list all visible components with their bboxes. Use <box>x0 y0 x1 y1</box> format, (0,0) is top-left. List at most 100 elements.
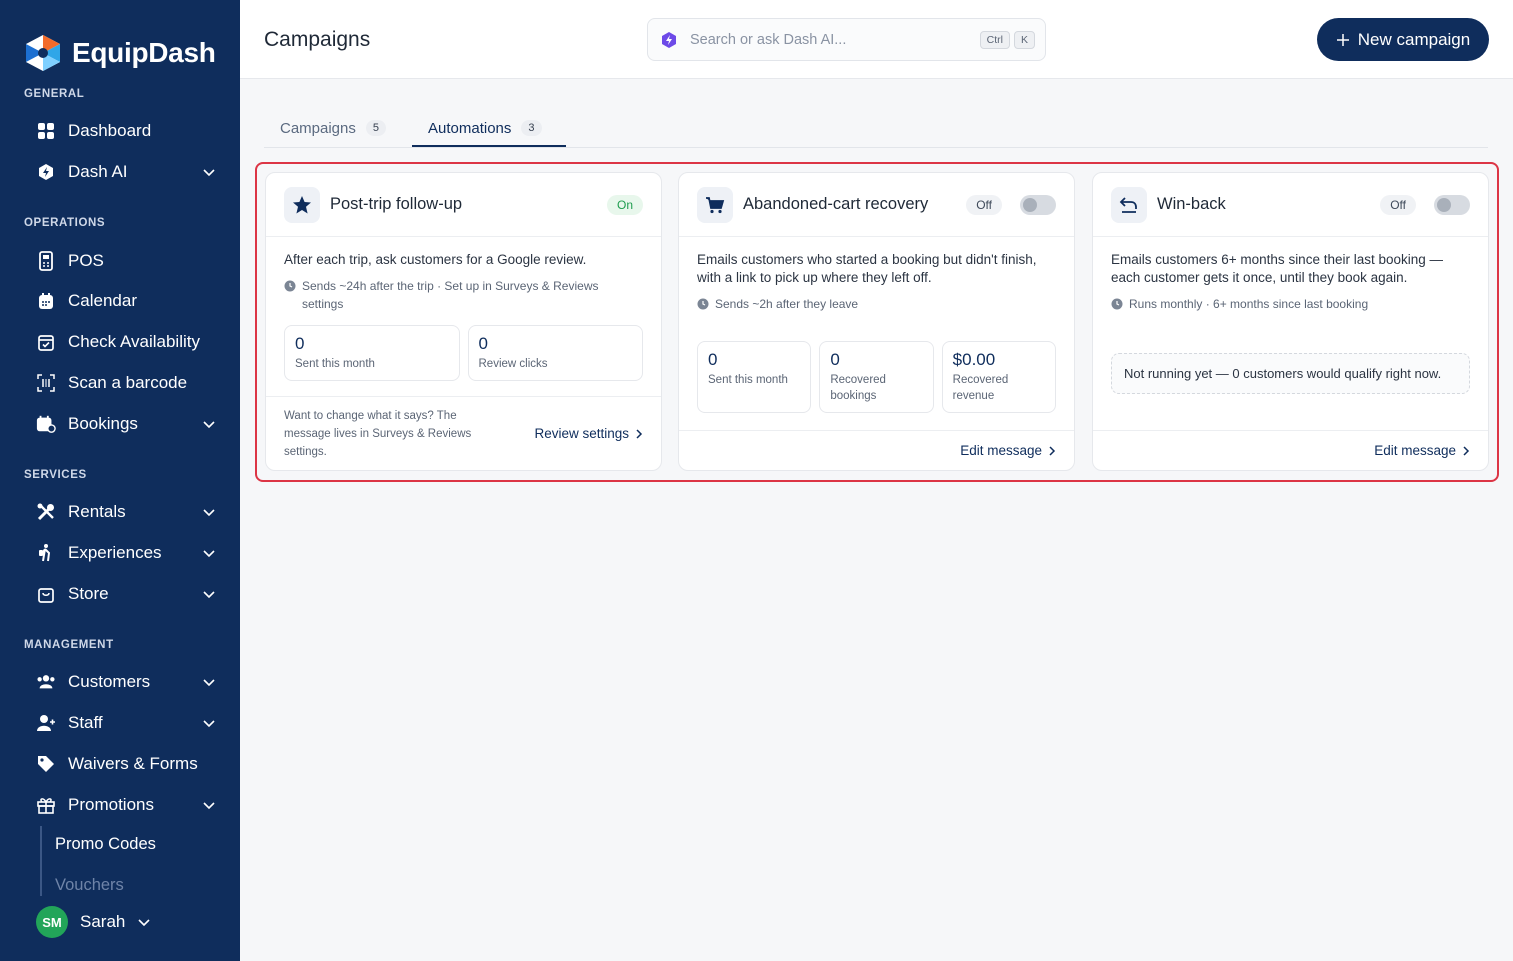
staff-icon <box>36 713 56 733</box>
review-settings-link[interactable]: Review settings <box>534 426 643 441</box>
clock-icon <box>1111 298 1123 310</box>
submenu-rail <box>40 826 42 896</box>
chevron-down-icon[interactable] <box>202 417 216 431</box>
clock-icon <box>697 298 709 310</box>
footer-link-label: Review settings <box>534 426 629 441</box>
stats-row: 0 Sent this month 0 Recovered bookings $… <box>697 341 1056 413</box>
chevron-down-icon[interactable] <box>202 505 216 519</box>
stat-recovered-revenue: $0.00 Recovered revenue <box>941 341 1056 413</box>
section-operations: OPERATIONS <box>24 217 106 229</box>
sidebar-item-scan-barcode[interactable]: Scan a barcode <box>36 368 216 398</box>
card-meta: Sends ~2h after they leave <box>697 295 1056 313</box>
card-footer: Want to change what it says? The message… <box>266 396 661 470</box>
shortcut-k: K <box>1013 30 1035 49</box>
sidebar-subitem-promo-codes[interactable]: Promo Codes <box>55 835 156 854</box>
bookings-icon <box>36 414 56 434</box>
card-meta: Runs monthly · 6+ months since last book… <box>1111 295 1470 313</box>
sidebar-item-customers[interactable]: Customers <box>36 667 216 697</box>
tools-icon <box>36 502 56 522</box>
stat-value: 0 <box>295 334 305 353</box>
automation-card-abandoned-cart: Abandoned-cart recovery Off Emails custo… <box>678 172 1075 471</box>
dash-ai-icon <box>662 31 676 48</box>
calendar-icon <box>36 291 56 311</box>
chevron-down-icon[interactable] <box>202 798 216 812</box>
tab-count: 3 <box>521 120 542 136</box>
sidebar-item-label: Promotions <box>68 795 154 814</box>
automation-card-post-trip: Post-trip follow-up On After each trip, … <box>265 172 662 471</box>
status-badge: Off <box>966 194 1002 215</box>
sidebar-item-rentals[interactable]: Rentals <box>36 497 216 527</box>
sidebar-item-label: Bookings <box>68 414 138 433</box>
hiker-icon <box>36 543 56 563</box>
brand[interactable]: EquipDash <box>0 0 240 80</box>
status-badge: Off <box>1380 194 1416 215</box>
chevron-down-icon[interactable] <box>202 165 216 179</box>
new-campaign-label: New campaign <box>1357 29 1471 49</box>
chevron-down-icon[interactable] <box>202 675 216 689</box>
enable-toggle[interactable] <box>1020 194 1056 215</box>
edit-message-link[interactable]: Edit message <box>1374 443 1470 458</box>
user-menu[interactable]: SM Sarah <box>36 906 151 938</box>
pos-terminal-icon <box>36 251 56 271</box>
user-name: Sarah <box>80 912 126 931</box>
sidebar-item-waivers-forms[interactable]: Waivers & Forms <box>36 749 216 779</box>
chevron-right-icon <box>1049 445 1056 456</box>
sidebar-item-label: Waivers & Forms <box>68 754 198 773</box>
card-meta-text: Runs monthly · 6+ months since last book… <box>1129 297 1369 311</box>
card-header: Win-back Off <box>1093 173 1488 237</box>
stat-review-clicks: 0 Review clicks <box>467 325 643 381</box>
new-campaign-button[interactable]: New campaign <box>1317 18 1489 61</box>
stat-value: 0 <box>708 350 718 369</box>
chevron-down-icon[interactable] <box>202 546 216 560</box>
sidebar-item-pos[interactable]: POS <box>36 246 216 276</box>
sidebar-item-calendar[interactable]: Calendar <box>36 286 216 316</box>
gift-icon <box>36 795 56 815</box>
sidebar-item-label: Experiences <box>68 543 162 562</box>
card-description: Emails customers who started a booking b… <box>697 252 1037 285</box>
shopping-cart-icon <box>697 186 733 223</box>
enable-toggle[interactable] <box>1434 194 1470 215</box>
sidebar-item-dashboard[interactable]: Dashboard <box>36 116 216 146</box>
sidebar-item-store[interactable]: Store <box>36 579 216 609</box>
stat-value: 0 <box>830 350 840 369</box>
page-title: Campaigns <box>264 28 371 51</box>
search-placeholder: Search or ask Dash AI... <box>690 31 847 48</box>
chevron-down-icon[interactable] <box>202 587 216 601</box>
sidebar-item-check-availability[interactable]: Check Availability <box>36 327 216 357</box>
shortcut-ctrl: Ctrl <box>979 30 1010 49</box>
status-badge: On <box>606 194 643 215</box>
card-footer: Edit message <box>679 430 1074 470</box>
card-header: Abandoned-cart recovery Off <box>679 173 1074 237</box>
card-header: Post-trip follow-up On <box>266 173 661 237</box>
footer-link-label: Edit message <box>1374 443 1456 458</box>
card-footer: Edit message <box>1093 430 1488 470</box>
edit-message-link[interactable]: Edit message <box>960 443 1056 458</box>
search-input[interactable]: Search or ask Dash AI... Ctrl K <box>647 18 1046 61</box>
sidebar-item-experiences[interactable]: Experiences <box>36 538 216 568</box>
shopping-bag-icon <box>36 584 56 604</box>
sidebar-item-label: Store <box>68 584 109 603</box>
sidebar-item-bookings[interactable]: Bookings <box>36 409 216 439</box>
footer-note: Want to change what it says? The message… <box>284 409 472 458</box>
sidebar-item-staff[interactable]: Staff <box>36 708 216 738</box>
stat-label: Sent this month <box>295 358 375 370</box>
tab-bar: Campaigns 5 Automations 3 <box>264 108 1488 148</box>
stats-row: 0 Sent this month 0 Review clicks <box>284 325 643 381</box>
stat-value: $0.00 <box>952 350 996 369</box>
sidebar-item-promotions[interactable]: Promotions <box>36 790 216 820</box>
stat-recovered-bookings: 0 Recovered bookings <box>819 341 934 413</box>
star-icon <box>284 186 320 223</box>
tab-automations[interactable]: Automations 3 <box>428 108 542 148</box>
tab-count: 5 <box>365 120 386 136</box>
card-description: Emails customers 6+ months since their l… <box>1111 252 1444 285</box>
sidebar-item-dash-ai[interactable]: Dash AI <box>36 157 216 187</box>
sidebar: EquipDash GENERAL Dashboard Dash AI OPER… <box>0 0 240 961</box>
sidebar-subitem-vouchers[interactable]: Vouchers <box>55 876 124 895</box>
card-title: Abandoned-cart recovery <box>743 195 929 213</box>
chevron-down-icon[interactable] <box>202 716 216 730</box>
sidebar-item-label: Customers <box>68 672 151 691</box>
tab-campaigns[interactable]: Campaigns 5 <box>280 108 386 148</box>
sidebar-item-label: Check Availability <box>68 332 200 351</box>
hexagon-ai-icon <box>36 162 56 182</box>
tab-label: Campaigns <box>280 119 356 137</box>
